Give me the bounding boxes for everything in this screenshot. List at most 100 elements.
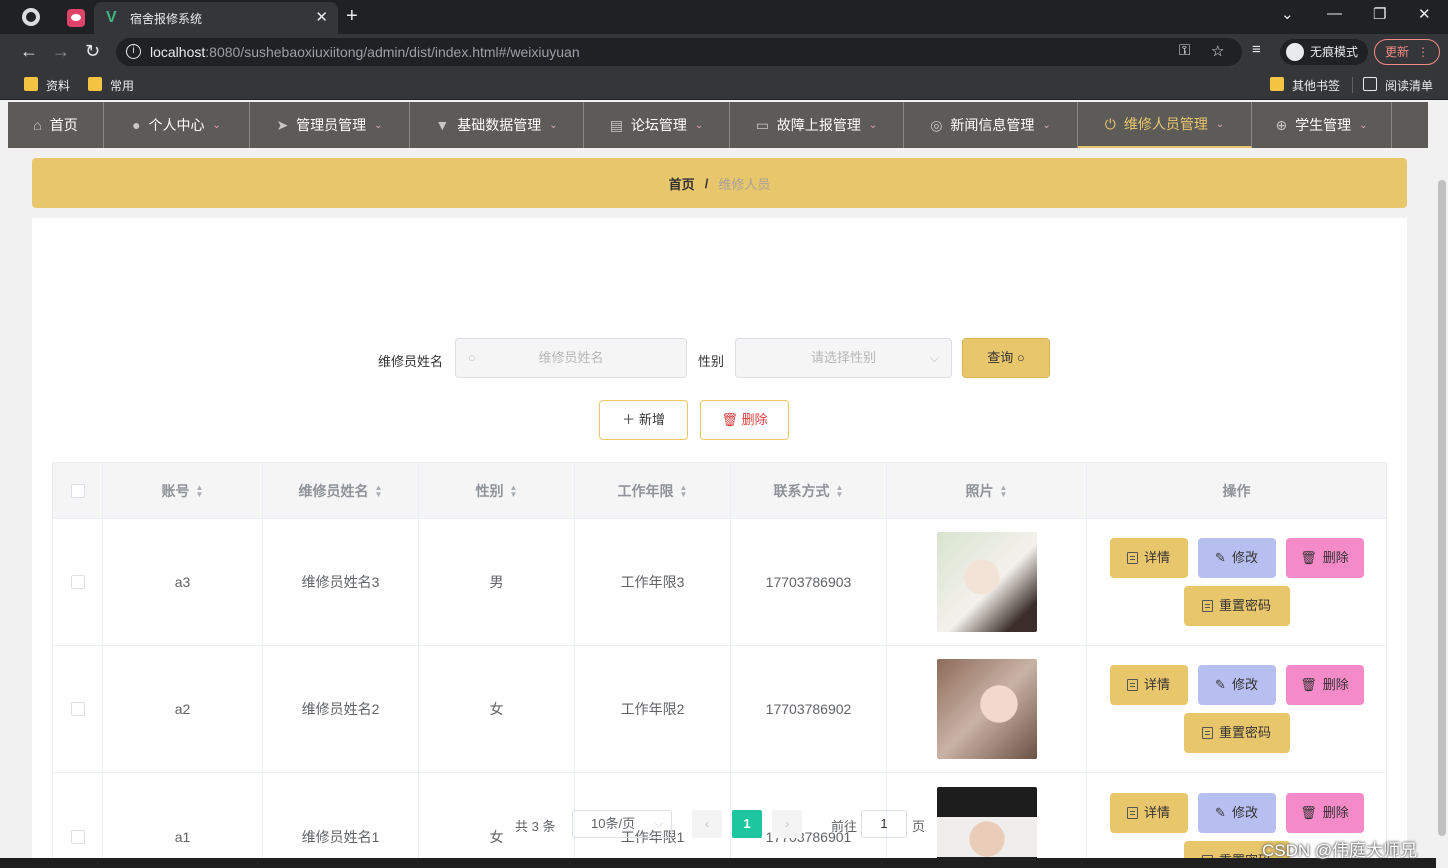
- row-checkbox[interactable]: [70, 702, 85, 716]
- header-name[interactable]: 维修员姓名 ▲ ▼: [263, 463, 419, 518]
- star-icon[interactable]: ☆: [1211, 42, 1224, 60]
- photo-thumbnail[interactable]: [936, 532, 1037, 632]
- power-icon: ⏻: [1104, 115, 1116, 132]
- nav-item[interactable]: ▤ 论坛管理 ⌄: [584, 102, 730, 148]
- address-bar: ← → ↻ i localhost:8080/sushebaoxiuxiiton…: [0, 34, 1448, 70]
- pagination: 共 3 条 10条/页 ⌵ ‹ 1 › 前往 1 页: [32, 808, 1407, 840]
- nav-item[interactable]: ⏻ 维修人员管理 ⌄: [1078, 102, 1252, 148]
- breadcrumb-home[interactable]: 首页: [669, 174, 695, 193]
- reset-password-button[interactable]: 重置密码: [1183, 586, 1290, 626]
- page-number-current[interactable]: 1: [732, 810, 762, 838]
- bookmark-folder[interactable]: 资料: [24, 77, 70, 94]
- scrollbar-thumb[interactable]: [1438, 180, 1446, 836]
- nav-item[interactable]: ● 个人中心 ⌄: [104, 102, 250, 148]
- header-gender[interactable]: 性别 ▲ ▼: [419, 463, 575, 518]
- table-header: 账号 ▲ ▼ 维修员姓名 ▲ ▼ 性别 ▲ ▼ 工作年限 ▲ ▼ 联系方式 ▲ ▼ 照片 ▲ ▼ 操作: [53, 463, 1386, 519]
- minimize-icon[interactable]: —: [1327, 5, 1342, 22]
- folder-icon: [1270, 77, 1284, 91]
- photo-thumbnail[interactable]: [936, 659, 1037, 759]
- sort-icon[interactable]: ▲ ▼: [196, 483, 204, 498]
- name-filter-label: 维修员姓名: [378, 354, 444, 369]
- gender-filter-label: 性别: [698, 354, 725, 369]
- reload-icon[interactable]: ↻: [85, 41, 100, 62]
- goto-page-input[interactable]: 1: [861, 810, 907, 838]
- window-close-icon[interactable]: ✕: [1418, 5, 1431, 23]
- other-bookmarks[interactable]: 其他书签: [1270, 77, 1340, 94]
- cell-account: a2: [103, 646, 263, 772]
- plus-icon: ＋: [622, 412, 636, 427]
- taskbar-strip: [0, 858, 1436, 868]
- pencil-icon: ✎: [1215, 550, 1226, 565]
- nav-item[interactable]: ⊕ 学生管理 ⌄: [1252, 102, 1392, 148]
- query-button[interactable]: 查询 ○: [962, 338, 1050, 378]
- globe-icon[interactable]: [22, 8, 40, 26]
- nav-item[interactable]: ◎ 新闻信息管理 ⌄: [904, 102, 1078, 148]
- paper-plane-icon: ➤: [276, 116, 289, 133]
- reset-password-button[interactable]: 重置密码: [1183, 713, 1290, 753]
- header-phone[interactable]: 联系方式 ▲ ▼: [731, 463, 887, 518]
- header-photo[interactable]: 照片 ▲ ▼: [887, 463, 1087, 518]
- header-years[interactable]: 工作年限 ▲ ▼: [575, 463, 731, 518]
- forward-icon[interactable]: →: [52, 41, 70, 62]
- header-account[interactable]: 账号 ▲ ▼: [103, 463, 263, 518]
- detail-button[interactable]: 详情: [1109, 665, 1188, 705]
- active-tab[interactable]: V 宿舍报修系统 ✕: [94, 2, 338, 34]
- trash-icon: 🗑: [1300, 677, 1317, 692]
- chevron-down-icon: ⌄: [212, 119, 221, 131]
- info-icon[interactable]: i: [126, 44, 141, 59]
- back-icon[interactable]: ←: [20, 41, 38, 62]
- new-tab-icon[interactable]: +: [346, 5, 358, 28]
- media-icon[interactable]: ≡: [1252, 41, 1261, 58]
- folder-icon: [88, 77, 102, 91]
- pinned-tab[interactable]: [58, 4, 94, 32]
- nav-item[interactable]: ▭ 故障上报管理 ⌄: [730, 102, 904, 148]
- key-icon[interactable]: ⚿: [1179, 42, 1190, 59]
- nav-item[interactable]: ▼ 基础数据管理 ⌄: [410, 102, 584, 148]
- nav-item-label: 基础数据管理: [457, 117, 542, 133]
- sort-icon[interactable]: ▲ ▼: [375, 483, 383, 498]
- row-checkbox[interactable]: [70, 575, 85, 589]
- sort-icon[interactable]: ▲ ▼: [680, 483, 688, 498]
- gender-select[interactable]: 请选择性别 ⌵: [735, 338, 952, 378]
- breadcrumb-current: 维修人员: [718, 176, 771, 192]
- delete-button[interactable]: 🗑 删除: [1285, 665, 1364, 705]
- chevron-down-icon: ⌄: [868, 119, 878, 131]
- scrollbar[interactable]: [1436, 100, 1448, 868]
- close-icon[interactable]: ✕: [315, 8, 328, 26]
- content-panel: 维修员姓名 ○ 维修员姓名 性别 请选择性别 ⌵ 查询 ○ ＋ 新增 🗑 删除 …: [32, 218, 1407, 868]
- page-size-select[interactable]: 10条/页 ⌵: [572, 810, 672, 838]
- incognito-badge[interactable]: 无痕模式: [1280, 39, 1369, 65]
- sort-icon[interactable]: ▲ ▼: [836, 483, 844, 498]
- sort-icon[interactable]: ▲ ▼: [1000, 483, 1008, 498]
- batch-delete-button[interactable]: 🗑 删除: [700, 400, 789, 440]
- prev-page-button[interactable]: ‹: [692, 810, 722, 838]
- search-icon: ○: [468, 350, 476, 365]
- reading-list[interactable]: 阅读清单: [1363, 77, 1433, 94]
- cell-actions: 详情✎修改🗑删除重置密码: [1087, 519, 1386, 645]
- detail-button[interactable]: 详情: [1109, 538, 1188, 578]
- nav-item[interactable]: ➤ 管理员管理 ⌄: [250, 102, 410, 148]
- app-logo-icon: [67, 9, 85, 27]
- table-row: a3 维修员姓名3 男工作年限3 17703786903 详情 ✎ 修改 🗑 删除 重置密码: [53, 519, 1386, 646]
- tab-search-icon[interactable]: ⌄: [1281, 5, 1294, 23]
- update-button[interactable]: 更新 ⋮: [1374, 39, 1440, 65]
- row-checkbox-cell: [53, 519, 103, 645]
- url-input[interactable]: i localhost:8080/sushebaoxiuxiitong/admi…: [116, 38, 1242, 66]
- sort-icon[interactable]: ▲ ▼: [510, 483, 518, 498]
- nav-item[interactable]: ⌂ 首页: [8, 102, 104, 148]
- document-icon: [1201, 727, 1213, 739]
- chevron-down-icon: ⌄: [1042, 119, 1051, 131]
- restore-icon[interactable]: ❐: [1373, 5, 1386, 23]
- select-all-checkbox[interactable]: [70, 483, 85, 498]
- next-page-button[interactable]: ›: [772, 810, 802, 838]
- name-search-input[interactable]: ○ 维修员姓名: [455, 338, 687, 378]
- chevron-down-icon: ⌄: [1215, 118, 1225, 130]
- nav-item-label: 新闻信息管理: [950, 117, 1035, 133]
- bookmark-folder[interactable]: 常用: [88, 77, 134, 94]
- edit-button[interactable]: ✎ 修改: [1197, 538, 1276, 578]
- add-button[interactable]: ＋ 新增: [599, 400, 688, 440]
- delete-button[interactable]: 🗑 删除: [1285, 538, 1364, 578]
- edit-button[interactable]: ✎ 修改: [1197, 665, 1276, 705]
- cell-photo: [887, 519, 1087, 645]
- cell-gender: 女: [419, 646, 575, 772]
